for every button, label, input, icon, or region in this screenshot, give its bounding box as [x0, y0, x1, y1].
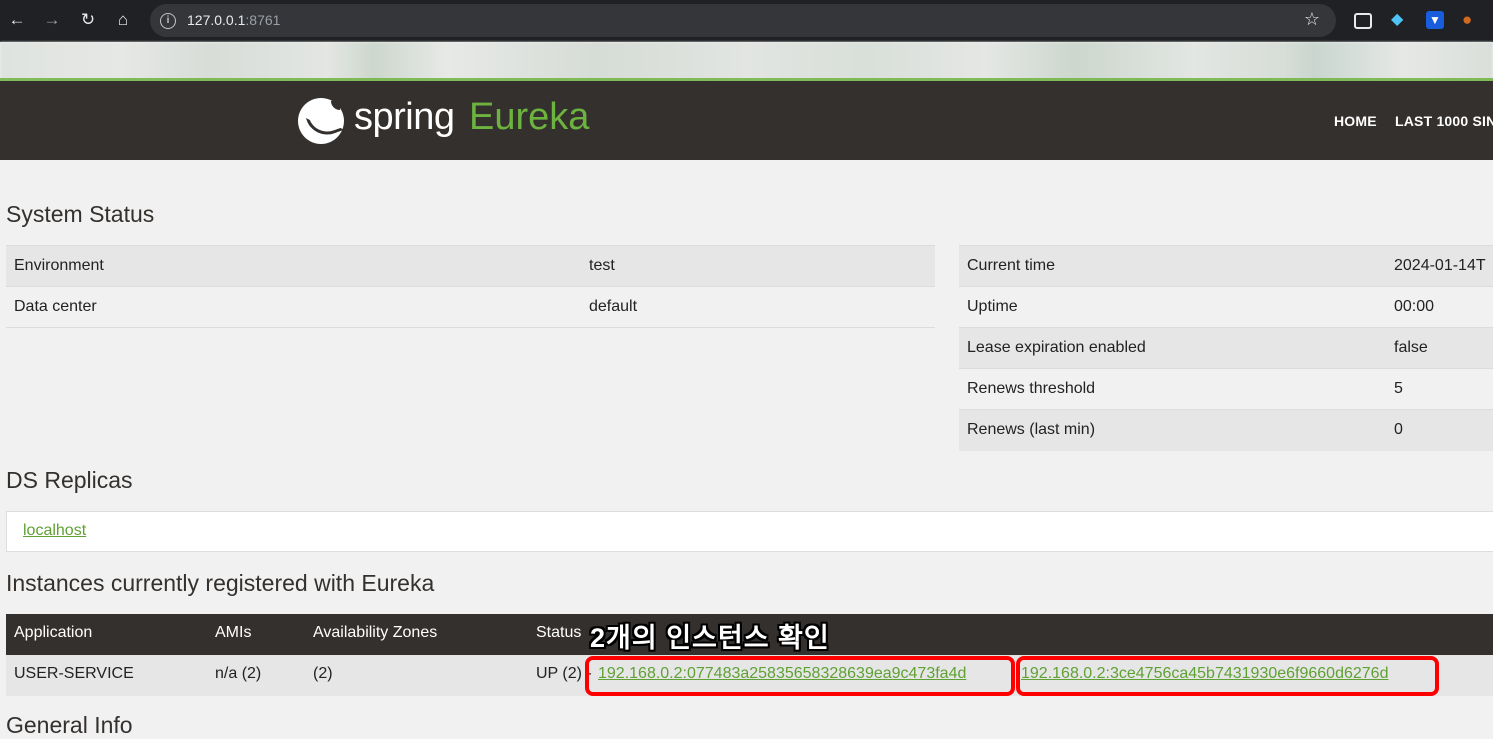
system-status-title: System Status	[6, 201, 155, 227]
reload-icon[interactable]: ↻	[77, 9, 99, 31]
table-row: Lease expiration enabled false	[959, 327, 1493, 369]
amis-value: n/a (2)	[215, 665, 262, 682]
instances-title: Instances currently registered with Eure…	[6, 570, 435, 596]
diamond-extension-icon[interactable]: ◆	[1391, 11, 1409, 29]
browser-toolbar: ← → ↻ ⌂ i 127.0.0.1:8761 ☆ ◆ ▼ ●	[0, 0, 1493, 42]
cookie-extension-icon[interactable]: ●	[1462, 11, 1480, 29]
bitwarden-extension-icon[interactable]: ▼	[1426, 11, 1444, 29]
nav-last-1000-link[interactable]: LAST 1000 SIN	[1395, 113, 1493, 129]
environment-value: test	[581, 245, 935, 287]
table-row: Current time 2024-01-14T	[959, 245, 1493, 287]
column-header-status: Status	[536, 624, 582, 641]
annotation-text: 2개의 인스턴스 확인	[590, 623, 830, 653]
general-info-title: General Info	[6, 712, 133, 738]
table-row: Data center default	[6, 286, 935, 328]
status-value: UP (2) -	[536, 665, 592, 682]
address-bar[interactable]: i 127.0.0.1:8761 ☆	[150, 4, 1336, 37]
system-status-right-table: Current time 2024-01-14T Uptime 00:00 Le…	[959, 245, 1493, 451]
ds-replicas-title: DS Replicas	[6, 467, 133, 493]
table-row: Uptime 00:00	[959, 286, 1493, 328]
uptime-label: Uptime	[959, 286, 1386, 328]
renews-threshold-label: Renews threshold	[959, 368, 1386, 410]
ds-replicas-list: localhost	[6, 511, 1493, 552]
data-center-label: Data center	[6, 286, 581, 328]
table-row: Renews (last min) 0	[959, 409, 1493, 451]
bookmark-star-icon[interactable]: ☆	[1304, 9, 1320, 30]
table-row: Environment test	[6, 245, 935, 287]
logo-eureka-text[interactable]: Eureka	[469, 96, 589, 139]
forward-icon[interactable]: →	[41, 9, 63, 31]
highlight-box-instance-2	[1016, 656, 1439, 696]
lease-expiration-label: Lease expiration enabled	[959, 327, 1386, 369]
current-time-value: 2024-01-14T	[1386, 245, 1493, 287]
url-port: :8761	[245, 12, 281, 28]
eureka-navbar	[0, 81, 1493, 160]
application-name: USER-SERVICE	[14, 665, 134, 682]
bookmarks-bar-blurred	[0, 42, 1493, 80]
current-time-label: Current time	[959, 245, 1386, 287]
tab-search-icon[interactable]	[1354, 13, 1372, 29]
column-header-availability-zones: Availability Zones	[313, 624, 438, 641]
column-header-application: Application	[14, 624, 93, 641]
nav-home-link[interactable]: HOME	[1334, 113, 1377, 129]
highlight-box-instance-1	[585, 656, 1015, 696]
logo-spring-text[interactable]: spring	[354, 96, 455, 139]
home-icon[interactable]: ⌂	[112, 9, 134, 31]
zones-value: (2)	[313, 665, 333, 682]
replica-localhost-link[interactable]: localhost	[23, 522, 86, 540]
site-info-icon[interactable]: i	[160, 13, 176, 29]
back-icon[interactable]: ←	[6, 9, 28, 31]
data-center-value: default	[581, 286, 935, 328]
system-status-left-table: Environment test Data center default	[6, 245, 935, 328]
lease-expiration-value: false	[1386, 327, 1493, 369]
uptime-value: 00:00	[1386, 286, 1493, 328]
url-host: 127.0.0.1	[187, 12, 246, 28]
url-text[interactable]: 127.0.0.1:8761	[187, 12, 280, 28]
renews-last-min-value: 0	[1386, 409, 1493, 451]
column-header-amis: AMIs	[215, 624, 252, 641]
renews-threshold-value: 5	[1386, 368, 1493, 410]
renews-last-min-label: Renews (last min)	[959, 409, 1386, 451]
spring-leaf-logo-icon[interactable]	[298, 98, 344, 144]
environment-label: Environment	[6, 245, 581, 287]
table-row: Renews threshold 5	[959, 368, 1493, 410]
